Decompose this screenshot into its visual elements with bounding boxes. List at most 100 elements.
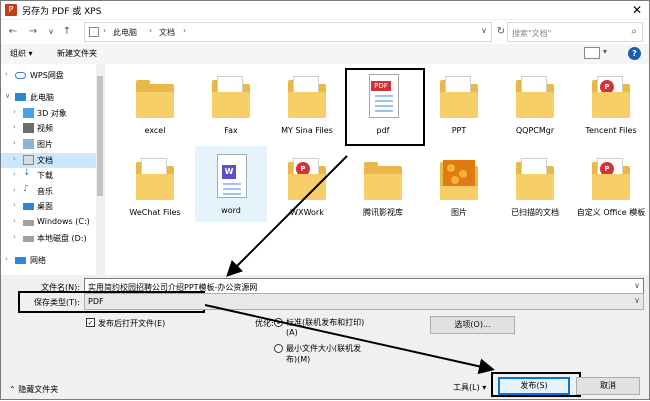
music-icon: ♪ [23, 184, 29, 194]
optimize-standard-radio[interactable] [274, 318, 283, 327]
folder-item-wxwork[interactable]: P WXWork [271, 148, 343, 224]
folder-item-scanned-documents[interactable]: 已扫描的文档 [499, 148, 571, 224]
up-arrow-icon[interactable]: ↑ [61, 25, 73, 39]
new-folder-button[interactable]: 新建文件夹 [57, 48, 97, 59]
sidebar-item-videos[interactable]: › 视频 [1, 121, 96, 136]
expand-icon[interactable]: › [13, 139, 16, 147]
cancel-button[interactable]: 取消 [576, 377, 640, 395]
address-dropdown-icon[interactable]: ∨ [481, 26, 487, 35]
organize-menu[interactable]: 组织 ▾ [10, 48, 33, 59]
breadcrumb-this-pc[interactable]: 此电脑 [113, 27, 137, 38]
optimize-standard-key: (A) [286, 328, 298, 337]
address-bar[interactable]: › 此电脑 › 文档 › ∨ [84, 22, 492, 42]
publish-button[interactable]: 发布(S) [498, 377, 570, 395]
sidebar-item-label: 视频 [37, 124, 53, 133]
recent-locations-dropdown-icon[interactable]: ∨ [45, 25, 57, 39]
folder-item-fax[interactable]: Fax [195, 66, 267, 142]
sidebar-item-music[interactable]: › ♪ 音乐 [1, 184, 96, 199]
documents-icon [23, 155, 34, 165]
folder-icon: P [589, 154, 633, 204]
video-icon [23, 123, 34, 133]
collapse-icon[interactable]: ∨ [5, 92, 10, 100]
folder-name: MY Sina Files [281, 126, 333, 135]
folder-item-ppt[interactable]: PPT [423, 66, 495, 142]
view-dropdown-icon[interactable]: ▾ [603, 47, 607, 56]
chevron-right-icon: › [103, 26, 107, 35]
save-type-select[interactable]: PDF ∨ [84, 293, 644, 310]
optimize-minimum-label: 最小文件大小(联机发 [286, 344, 362, 353]
folder-item-tencent-files[interactable]: P Tencent Files [575, 66, 647, 142]
expand-icon[interactable]: › [5, 255, 8, 263]
search-placeholder: 搜索"文档" [512, 29, 552, 38]
options-button[interactable]: 选项(O)... [430, 316, 515, 334]
folder-item-pictures[interactable]: 图片 [423, 148, 495, 224]
expand-icon[interactable]: › [13, 123, 16, 131]
hide-folders-toggle[interactable]: ⌃ 隐藏文件夹 [9, 384, 58, 395]
folder-item-my-sina-files[interactable]: MY Sina Files [271, 66, 343, 142]
folder-item-wechat-files[interactable]: WeChat Files [119, 148, 191, 224]
folder-item-word[interactable]: W word [195, 146, 267, 222]
drive-icon [23, 220, 34, 226]
chevron-right-icon: › [149, 26, 153, 35]
forward-arrow-icon[interactable]: → [27, 25, 39, 39]
tools-label: 工具(L) [453, 383, 480, 392]
expand-icon[interactable]: › [13, 233, 16, 241]
sidebar-item-documents[interactable]: › 文档 [1, 153, 96, 168]
save-as-pdf-dialog: P 另存为 PDF 或 XPS ✕ ← → ∨ ↑ › 此电脑 › 文档 › ∨… [0, 0, 650, 400]
sidebar-item-drive-c[interactable]: › Windows (C:) [1, 215, 96, 230]
expand-icon[interactable]: › [13, 170, 16, 178]
computer-icon [15, 93, 26, 101]
sidebar-item-3d-objects[interactable]: › 3D 对象 [1, 106, 96, 121]
chevron-up-icon: ⌃ [9, 385, 19, 394]
folder-icon [437, 72, 481, 122]
optimize-label: 优化: [255, 319, 274, 328]
breadcrumb-documents[interactable]: 文档 [159, 27, 175, 38]
expand-icon[interactable]: › [13, 108, 16, 116]
title-bar: P 另存为 PDF 或 XPS ✕ [1, 1, 649, 19]
expand-icon[interactable]: › [13, 217, 16, 225]
folder-item-custom-office-templates[interactable]: P 自定义 Office 模板 [575, 148, 647, 224]
sidebar-item-downloads[interactable]: › ↓ 下载 [1, 168, 96, 183]
optimize-standard-label: 标准(联机发布和打印) [286, 318, 365, 327]
search-input[interactable]: 搜索"文档" ⌕ [507, 22, 643, 42]
sidebar-item-drive-d[interactable]: › 本地磁盘 (D:) [1, 231, 96, 246]
help-icon[interactable]: ? [628, 47, 641, 60]
powerpoint-icon: P [5, 4, 17, 16]
sidebar-item-label: WPS网盘 [30, 71, 64, 80]
optimize-minimum-radio[interactable] [274, 344, 283, 353]
open-after-publish-checkbox[interactable]: ✓ [86, 318, 95, 327]
back-arrow-icon[interactable]: ← [7, 25, 19, 39]
close-icon[interactable]: ✕ [629, 2, 645, 18]
expand-icon[interactable]: › [13, 201, 16, 209]
expand-icon[interactable]: › [13, 186, 16, 194]
folder-icon [437, 154, 481, 204]
expand-icon[interactable]: › [5, 70, 8, 78]
window-title: 另存为 PDF 或 XPS [22, 7, 102, 17]
folder-item-tencent-video-library[interactable]: 腾讯影视库 [347, 148, 419, 224]
sidebar-scrollbar[interactable] [96, 64, 104, 275]
sidebar-item-wps-cloud[interactable]: › WPS网盘 [1, 68, 96, 83]
navigation-pane: › WPS网盘 ∨ 此电脑 › 3D 对象 › 视频 › 图片 › 文档 › ↓… [1, 64, 104, 275]
sidebar-item-label: Windows (C:) [37, 217, 90, 226]
folder-name: Tencent Files [585, 126, 637, 135]
folder-icon [209, 72, 253, 122]
tools-menu[interactable]: 工具(L) ▾ [453, 382, 486, 393]
sidebar-item-network[interactable]: › 网络 [1, 253, 96, 268]
sidebar-item-label: 本地磁盘 (D:) [37, 234, 87, 243]
folder-item-excel[interactable]: excel [119, 66, 191, 142]
expand-icon[interactable]: › [13, 155, 16, 163]
scrollbar-thumb[interactable] [97, 76, 103, 196]
photo-thumbnail [443, 160, 475, 188]
sidebar-item-desktop[interactable]: › 桌面 [1, 199, 96, 214]
folder-icon [133, 154, 177, 204]
folder-icon [361, 154, 405, 204]
sidebar-item-pictures[interactable]: › 图片 [1, 137, 96, 152]
sidebar-item-label: 下载 [37, 171, 53, 180]
chevron-down-icon[interactable]: ∨ [634, 296, 640, 305]
sidebar-item-label: 桌面 [37, 202, 53, 211]
chevron-down-icon[interactable]: ∨ [634, 281, 640, 290]
sidebar-item-this-pc[interactable]: ∨ 此电脑 [1, 90, 96, 105]
network-icon [15, 257, 26, 264]
view-options-icon[interactable] [584, 47, 600, 59]
folder-item-qqpcmgr[interactable]: QQPCMgr [499, 66, 571, 142]
